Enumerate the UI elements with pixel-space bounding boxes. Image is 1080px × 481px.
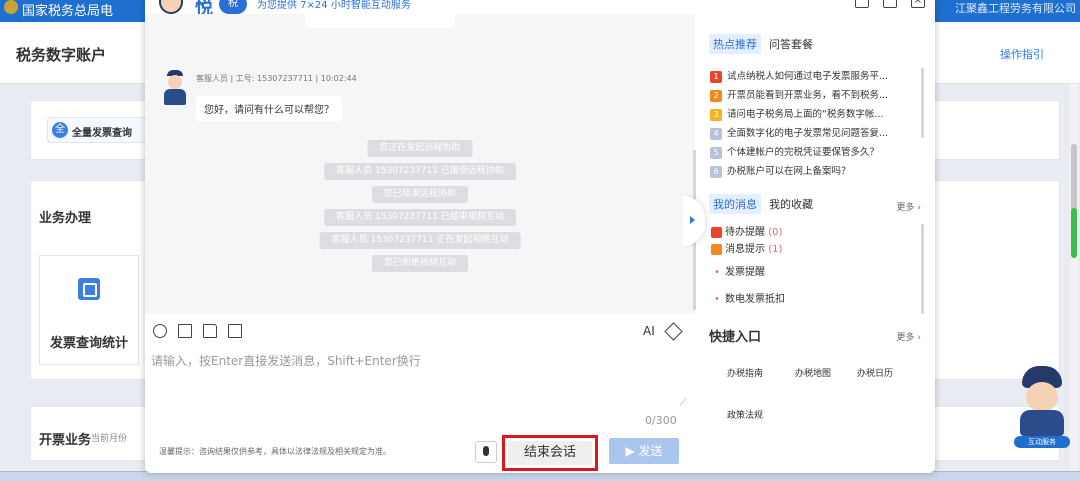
mascot-tag: 互动服务 <box>1014 436 1070 448</box>
hot-item[interactable]: 1 试点纳税人如何通过电子发票服务平... <box>709 68 919 86</box>
full-invoice-query-button[interactable]: 全 全量发票查询 <box>47 117 157 143</box>
agent-meta: 客服人员 | 工号: 15307237711 | 10:02:44 <box>196 74 357 83</box>
hot-item[interactable]: 4 全面数字化的电子发票常见问题答复... <box>709 125 919 143</box>
messages-scrollbar[interactable] <box>921 224 924 314</box>
emoji-icon[interactable] <box>153 324 167 338</box>
end-session-button[interactable]: 结束会话 <box>508 441 592 465</box>
hot-list-scrollbar[interactable] <box>921 68 924 138</box>
chat-dialog: 悦 税 为您提供 7×24 小时智能互动服务 ⌃ × 客服人员 | 工号: 15… <box>145 0 935 473</box>
tab-my-messages[interactable]: 我的消息 <box>709 194 761 214</box>
message-input[interactable] <box>151 352 691 412</box>
previous-message <box>305 14 455 28</box>
end-session-highlight: 结束会话 <box>502 435 598 471</box>
hot-item-label: 办税账户可以在网上备案吗？ <box>727 166 851 177</box>
system-message: 您正在发起远程协助 <box>367 140 473 157</box>
site-title: 国家税务总局电 <box>22 4 114 19</box>
hot-item-label: 开票员能看到开票业务，看不到税务... <box>727 90 889 101</box>
collapse-panel-handle[interactable] <box>683 196 705 246</box>
side-panel: 热点推荐 问答套餐 1 试点纳税人如何通过电子发票服务平... 2 开票员能看到开票业… <box>705 28 935 468</box>
image-icon[interactable] <box>178 324 192 338</box>
message-notice[interactable]: 消息提示 (1) <box>709 241 919 258</box>
rank-badge: 5 <box>710 147 722 159</box>
hot-item-label: 全面数字化的电子发票常见问题答复... <box>727 128 889 139</box>
popout-icon[interactable] <box>883 0 897 8</box>
list-item[interactable]: • 发票提醒 <box>709 264 919 281</box>
page-scrollbar[interactable] <box>1070 84 1078 469</box>
disclaimer-text: 温馨提示：咨询结果仅供参考，具体以法律法规及相关规定为准。 <box>159 447 391 456</box>
message-tabs: 我的消息 我的收藏 <box>709 194 817 214</box>
notice-icon <box>711 244 722 255</box>
hot-item-label: 请问电子税务局上面的“税务数字帐... <box>727 109 884 120</box>
hot-item[interactable]: 2 开票员能看到开票业务，看不到税务... <box>709 87 919 105</box>
resize-handle-icon[interactable]: ⟋ <box>680 398 686 408</box>
side-indicator <box>1071 208 1077 258</box>
hot-item[interactable]: 6 办税账户可以在网上备案吗？ <box>709 163 919 178</box>
todo-icon <box>711 227 722 238</box>
company-name: 江聚鑫工程劳务有限公司 <box>955 2 1076 15</box>
hot-tabs: 热点推荐 问答套餐 <box>709 34 817 54</box>
input-toolbar: AI <box>145 322 695 344</box>
messages-more-link[interactable]: 更多 › <box>897 200 921 213</box>
full-query-icon: 全 <box>52 122 68 138</box>
quick-access-title: 快捷入口 <box>709 330 762 345</box>
rank-badge: 3 <box>710 109 722 121</box>
section-business-title: 业务办理 <box>39 211 92 226</box>
send-button[interactable]: ▶ 发送 <box>609 438 679 464</box>
tab-qa-package[interactable]: 问答套餐 <box>765 34 817 54</box>
folder-icon[interactable] <box>203 324 217 338</box>
quick-item-tax-calendar[interactable]: 办税日历 <box>857 366 893 379</box>
hot-item[interactable]: 5 个体建帐户的完税凭证要保管多久？ <box>709 144 919 162</box>
minimize-icon[interactable] <box>855 0 869 8</box>
system-message: 客服人员 15307237711 已接受远程协助 <box>324 163 516 180</box>
hot-item[interactable]: 3 请问电子税务局上面的“税务数字帐... <box>709 106 919 124</box>
section-invoicing-title: 开票业务 <box>39 433 92 448</box>
system-message: 客服人员 15307237711 已结束视频互动 <box>324 209 516 226</box>
quick-item-policies[interactable]: 政策法规 <box>727 408 763 421</box>
agent-avatar <box>161 70 189 106</box>
screenshot-icon[interactable] <box>228 324 242 338</box>
header-actions: ⌃ × <box>827 0 925 8</box>
brand-badge: 税 <box>219 0 247 14</box>
hot-item-label: 个体建帐户的完税凭证要保管多久？ <box>727 147 880 158</box>
invoice-search-icon <box>78 278 100 300</box>
guide-link[interactable]: 操作指引 <box>1000 46 1044 62</box>
message-list: 待办提醒 (0) 消息提示 (1) • 发票提醒 • 数电发票抵扣 <box>709 224 919 308</box>
invoicing-subtitle: 当前月份 <box>91 434 128 444</box>
list-item[interactable]: • 数电发票抵扣 <box>709 291 919 308</box>
agent-message: 您好，请问有什么可以帮您？ <box>196 96 342 121</box>
quick-item-tax-guide[interactable]: 办税指南 <box>727 366 763 379</box>
user-icon[interactable]: ⌃ <box>827 0 841 8</box>
quick-item-tax-map[interactable]: 办税地图 <box>795 366 831 379</box>
eraser-icon[interactable] <box>664 322 683 341</box>
ai-assist-button[interactable]: AI <box>643 324 655 338</box>
tab-my-favorites[interactable]: 我的收藏 <box>765 194 817 214</box>
char-counter: 0/300 <box>645 414 677 427</box>
brand-slogan: 为您提供 7×24 小时智能互动服务 <box>257 0 411 11</box>
rank-badge: 1 <box>710 71 722 83</box>
hot-list: 1 试点纳税人如何通过电子发票服务平... 2 开票员能看到开票业务，看不到税务...… <box>709 68 919 178</box>
chat-history[interactable]: 客服人员 | 工号: 15307237711 | 10:02:44 您好，请问有… <box>145 14 695 314</box>
dialog-header: 悦 税 为您提供 7×24 小时智能互动服务 ⌃ × <box>145 0 935 19</box>
rank-badge: 6 <box>710 166 722 178</box>
system-message: 客服人员 15307237711 正在发起视频互动 <box>319 232 521 249</box>
rank-badge: 4 <box>710 128 722 140</box>
rank-badge: 2 <box>710 90 722 102</box>
system-message: 您已拒绝视频互动 <box>371 255 469 272</box>
quick-more-link[interactable]: 更多 › <box>897 330 921 343</box>
account-title: 税务数字账户 <box>16 46 107 64</box>
hot-item-label: 试点纳税人如何通过电子发票服务平... <box>727 71 889 82</box>
close-icon[interactable]: × <box>911 0 925 8</box>
invoice-stats-label: 发票查询统计 <box>50 336 129 351</box>
full-query-label: 全量发票查询 <box>72 128 132 139</box>
tab-hot[interactable]: 热点推荐 <box>709 34 761 54</box>
tax-emblem-icon <box>4 0 18 14</box>
todo-reminder[interactable]: 待办提醒 (0) <box>709 224 919 241</box>
system-message: 您已结束远程协助 <box>371 186 469 203</box>
mascot-assistant[interactable]: 互动服务 <box>1014 360 1070 450</box>
invoice-stats-tile[interactable]: 发票查询统计 <box>39 255 139 365</box>
assistant-avatar-icon <box>159 0 183 14</box>
microphone-button[interactable] <box>475 441 497 463</box>
